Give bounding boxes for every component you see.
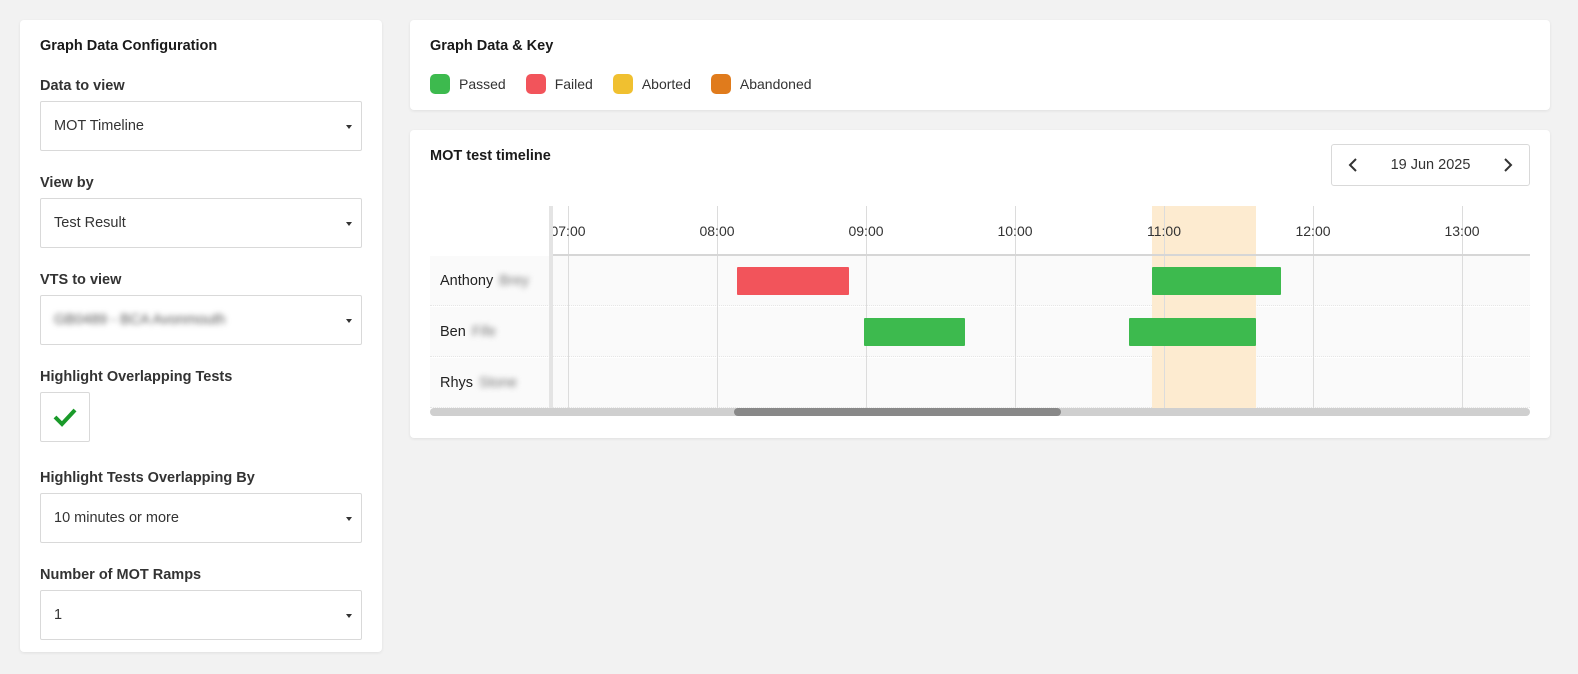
first-name: Anthony [440, 273, 494, 289]
checkmark-icon [53, 408, 77, 427]
test-bar-passed[interactable] [1129, 318, 1256, 346]
mot-timeline-panel: MOT test timeline 19 Jun 2025 07:00 08:00… [410, 130, 1550, 438]
data-to-view-value: MOT Timeline [54, 118, 144, 134]
view-by-label: View by [40, 175, 94, 191]
test-bar-passed[interactable] [863, 318, 966, 346]
caret-down-icon [346, 125, 352, 129]
x-tick-label: 10:00 [997, 223, 1033, 239]
timeline-chart: 07:00 08:00 09:00 10:00 11:00 12:00 13:00 Anth… [430, 206, 1530, 418]
ramps-select[interactable]: 1 [40, 590, 362, 640]
technician-name: Rhys Stone [440, 358, 517, 408]
config-title: Graph Data Configuration [40, 38, 218, 54]
caret-down-icon [346, 614, 352, 618]
x-tick-label: 09:00 [848, 223, 884, 239]
x-tick-label: 12:00 [1295, 223, 1331, 239]
highlight-overlapping-label: Highlight Overlapping Tests [40, 369, 233, 385]
caret-down-icon [346, 319, 352, 323]
x-tick-label: 07:00 [552, 223, 586, 239]
legend-label: Failed [554, 76, 593, 92]
test-bar-failed[interactable] [736, 267, 849, 295]
graph-config-panel: Graph Data Configuration Data to view MO… [20, 20, 382, 652]
highlight-overlapping-checkbox[interactable] [40, 392, 90, 442]
data-to-view-label: Data to view [40, 78, 125, 94]
key-title: Graph Data & Key [430, 38, 554, 54]
scrollbar-thumb[interactable] [734, 408, 1061, 416]
vts-to-view-label: VTS to view [40, 272, 122, 288]
overlap-by-value: 10 minutes or more [54, 510, 179, 526]
legend-item-abandoned: Abandoned [710, 74, 812, 94]
overlap-by-select[interactable]: 10 minutes or more [40, 493, 362, 543]
first-name: Rhys [440, 375, 474, 391]
legend: Passed Failed Aborted Abandoned [430, 74, 1530, 94]
legend-label: Aborted [641, 76, 691, 92]
column-separator [549, 206, 553, 410]
legend-swatch [525, 74, 546, 94]
current-date: 19 Jun 2025 [1390, 157, 1471, 173]
time-axis-line [552, 254, 1530, 256]
x-tick-label: 08:00 [699, 223, 735, 239]
timeline-plot-area: 07:00 08:00 09:00 10:00 11:00 12:00 13:00 [552, 206, 1530, 410]
ramps-label: Number of MOT Ramps [40, 567, 202, 583]
vts-to-view-select[interactable]: GB0489 - BCA Avonmouth [40, 295, 362, 345]
technician-column: Anthony Brey Ben Fife Rhys Stone [430, 206, 552, 410]
legend-label: Passed [459, 76, 506, 92]
test-bar-passed[interactable] [1151, 267, 1281, 295]
chevron-right-icon [1504, 158, 1513, 172]
next-date-button[interactable] [1497, 154, 1519, 176]
chevron-left-icon [1348, 158, 1357, 172]
last-name: Brey [499, 273, 530, 289]
legend-swatch [612, 74, 633, 94]
legend-item-aborted: Aborted [612, 74, 691, 94]
last-name: Stone [479, 375, 517, 391]
date-navigator: 19 Jun 2025 [1331, 144, 1530, 186]
legend-swatch [430, 74, 450, 94]
prev-date-button[interactable] [1342, 154, 1364, 176]
x-tick-label: 13:00 [1444, 223, 1480, 239]
view-by-value: Test Result [54, 215, 126, 231]
view-by-select[interactable]: Test Result [40, 198, 362, 248]
last-name: Fife [471, 324, 496, 340]
legend-swatch [710, 74, 731, 94]
legend-label: Abandoned [739, 76, 812, 92]
graph-key-panel: Graph Data & Key Passed Failed Aborted A… [410, 20, 1550, 110]
overlap-by-label: Highlight Tests Overlapping By [40, 470, 255, 486]
vts-to-view-value: GB0489 - BCA Avonmouth [54, 312, 226, 328]
caret-down-icon [346, 222, 352, 226]
technician-name: Anthony Brey [440, 256, 529, 306]
legend-item-failed: Failed [525, 74, 593, 94]
data-to-view-select[interactable]: MOT Timeline [40, 101, 362, 151]
first-name: Ben [440, 324, 466, 340]
caret-down-icon [346, 517, 352, 521]
legend-item-passed: Passed [430, 74, 506, 94]
technician-name: Ben Fife [440, 307, 496, 357]
ramps-value: 1 [54, 607, 63, 623]
x-tick-label: 11:00 [1147, 223, 1181, 239]
